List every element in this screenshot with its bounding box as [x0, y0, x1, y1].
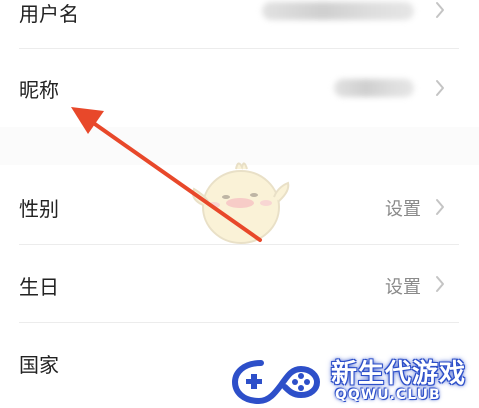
gamepad-icon [229, 357, 323, 407]
username-value-blurred [262, 2, 414, 20]
birthday-label: 生日 [19, 275, 59, 299]
gender-label: 性别 [19, 197, 59, 221]
username-label: 用户名 [19, 2, 79, 26]
mascot-icon [192, 162, 290, 244]
nickname-value-blurred [334, 79, 414, 97]
chevron-right-icon [436, 199, 444, 215]
gender-value: 设置 [385, 199, 421, 220]
chevron-right-icon [436, 2, 444, 18]
watermark-subtitle: QQWU.CLUB [335, 387, 441, 403]
chevron-right-icon [436, 80, 444, 96]
settings-row-username[interactable]: 用户名 [0, 0, 479, 48]
site-watermark: 新生代游戏 QQWU.CLUB [229, 349, 479, 408]
settings-row-birthday[interactable]: 生日 设置 [0, 245, 479, 322]
watermark-title: 新生代游戏 [331, 359, 467, 389]
birthday-value: 设置 [385, 277, 421, 298]
nickname-label: 昵称 [19, 78, 59, 102]
chevron-right-icon [436, 276, 444, 292]
settings-row-nickname[interactable]: 昵称 [0, 49, 479, 126]
country-label: 国家 [19, 353, 59, 377]
